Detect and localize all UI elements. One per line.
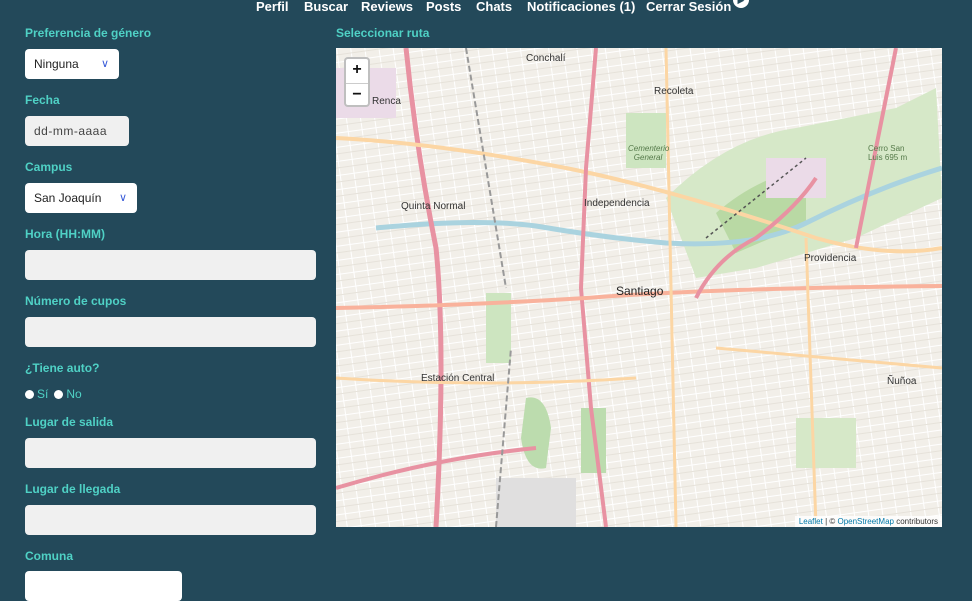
route-map[interactable]: Conchalí Recoleta Renca Cementerio Gener… [336,48,942,527]
osm-link[interactable]: OpenStreetMap [837,517,893,526]
map-label-recoleta: Recoleta [654,86,694,97]
comuna-label: Comuna [25,549,73,563]
auto-label: ¿Tiene auto? [25,361,100,375]
salida-input[interactable] [25,438,316,468]
fecha-input[interactable]: dd-mm-aaaa [25,116,129,146]
hora-input[interactable] [25,250,316,280]
map-label-conchali: Conchalí [526,53,566,64]
map-title: Seleccionar ruta [336,26,430,40]
genero-select-value: Ninguna [34,57,79,71]
comuna-select[interactable] [25,571,182,601]
map-label-santiago: Santiago [616,284,664,298]
map-label-renca: Renca [372,96,401,107]
campus-select-value: San Joaquín [34,191,102,205]
nav-cerrar-sesion[interactable]: Cerrar Sesión [646,0,731,14]
map-label-providencia: Providencia [804,253,857,264]
auto-si-radio[interactable] [25,389,34,399]
nav-reviews[interactable]: Reviews [361,0,413,14]
nav-chats[interactable]: Chats [476,0,512,14]
attribution-separator: | © [822,517,838,526]
auto-radio-group: Sí No [25,387,82,401]
nav-buscar[interactable]: Buscar [304,0,348,14]
nav-posts[interactable]: Posts [426,0,461,14]
salida-label: Lugar de salida [25,415,114,429]
hora-label: Hora (HH:MM) [25,227,105,241]
llegada-label: Lugar de llegada [25,482,121,496]
map-label-nunoa: Ñuñoa [887,376,917,387]
chevron-down-icon: ∨ [100,58,109,70]
leaflet-link[interactable]: Leaflet [799,517,823,526]
llegada-input[interactable] [25,505,316,535]
genero-select[interactable]: Ninguna ∨ [25,49,119,79]
campus-select[interactable]: San Joaquín ∨ [25,183,137,213]
map-label-quinta-normal: Quinta Normal [401,201,466,212]
campus-label: Campus [25,160,73,174]
auto-no-label: No [66,387,82,401]
genero-label: Preferencia de género [25,26,152,40]
auto-si-label: Sí [37,387,49,401]
map-label-cementerio: Cementerio General [628,144,670,162]
cupos-label: Número de cupos [25,294,127,308]
map-label-independencia: Independencia [584,198,650,209]
zoom-in-button[interactable]: + [346,59,368,83]
fecha-label: Fecha [25,93,60,107]
zoom-control: + − [344,57,370,107]
auto-no-radio[interactable] [54,389,64,399]
nav-perfil[interactable]: Perfil [256,0,289,14]
attribution-contributors: contributors [893,517,938,526]
zoom-out-button[interactable]: − [346,83,368,108]
nav-notificaciones[interactable]: Notificaciones (1) [527,0,635,14]
nav-toggle-icon[interactable]: ▶ [733,0,749,8]
map-attribution: Leaflet | © OpenStreetMap contributors [794,516,942,527]
cupos-input[interactable] [25,317,316,347]
top-nav: Perfil Buscar Reviews Posts Chats Notifi… [0,0,972,14]
chevron-down-icon: ∨ [118,192,127,204]
map-label-cerro: Cerro San Luis 695 m [868,144,908,162]
map-label-estacion-central: Estación Central [421,373,495,384]
